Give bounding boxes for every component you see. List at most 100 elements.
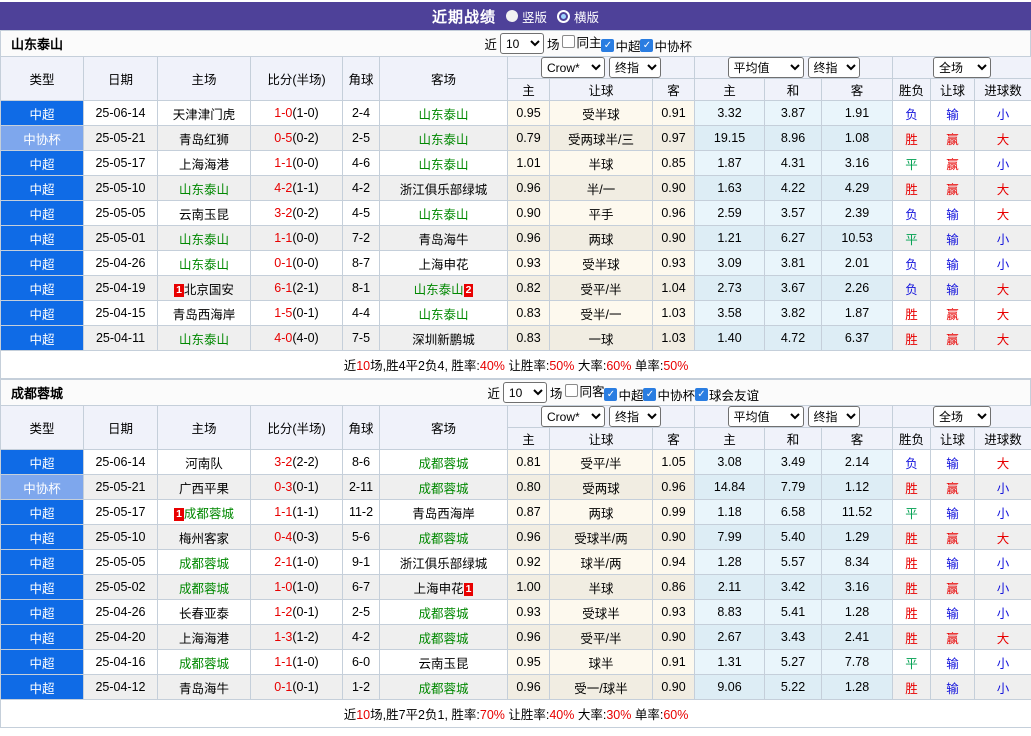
checkbox-icon[interactable]: ✓ [640,39,654,53]
away-team-cell: 青岛海牛 [379,225,508,251]
team-label: 成都蓉城 [418,456,469,471]
average-odds-group: 平均值 终指 [694,56,894,79]
col-away: 客场 [379,56,508,101]
home-odds-cell: 0.96 [507,175,550,201]
handicap-result-cell: 赢 [930,175,976,201]
avg-home-cell: 1.21 [694,225,766,251]
crow-odds-group: Crow* 终指 [506,56,696,79]
home-team-cell: 河南队 [157,449,251,475]
red-card-badge: 1 [463,582,474,596]
filter-checkbox[interactable]: ✓ 中超 [604,385,643,404]
radio-label: 竖版 [521,10,547,25]
match-row: 中超 25-05-02 成都蓉城 1-0(1-0) 6-7 上海申花 1 1.00 半球 0.86… [0,574,1031,600]
col-date: 日期 [83,405,158,450]
halftime-score: (2-1) [292,281,319,295]
layout-radio-vertical[interactable]: 竖版 [505,7,547,26]
result-cell: 负 [892,100,932,126]
average-source-select[interactable]: 平均值 [727,406,804,427]
avg-away-cell: 3.16 [821,150,894,176]
checkbox-icon[interactable]: ✓ [643,388,657,402]
team-label: 浙江俱乐部绿城 [399,182,488,197]
col-goals: 进球数 [974,78,1031,101]
date-cell: 25-05-05 [83,200,158,226]
corner-cell: 4-5 [342,200,380,226]
checkbox-icon[interactable]: ✓ [601,39,615,53]
team-label: 浙江俱乐部绿城 [399,556,488,571]
fulltime-score: 0-1 [274,680,293,694]
fulltime-select[interactable]: 全场 [933,406,992,427]
fulltime-group: 全场 [892,405,1031,428]
recent-count-select[interactable]: 10 [502,382,547,403]
col-avg-draw: 和 [764,427,823,450]
halftime-score: (1-0) [292,555,319,569]
avg-away-cell: 1.08 [821,125,894,151]
average-time-select[interactable]: 终指 [807,406,860,427]
handicap-cell: 受平/半 [549,275,653,301]
fulltime-score: 0-1 [274,256,293,270]
checkbox-icon[interactable] [565,383,579,397]
col-odds-home: 主 [507,427,550,450]
result-cell: 胜 [892,599,932,625]
avg-draw-cell: 4.22 [764,175,823,201]
home-team-cell: 1 成都蓉城 [157,499,251,525]
odds-time-select[interactable]: 终指 [609,57,661,78]
corner-cell: 7-2 [342,225,380,251]
checkbox-icon[interactable]: ✓ [604,388,618,402]
summary-text: 10 [356,359,371,373]
titlebar: 近期战绩 竖版 横版 [0,2,1031,30]
recent-label: 近 [487,387,500,401]
halftime-score: (0-1) [292,605,319,619]
fulltime-select[interactable]: 全场 [933,57,992,78]
league-type-cell: 中超 [0,599,84,625]
recent-count-select[interactable]: 10 [499,33,544,54]
avg-home-cell: 1.31 [694,649,766,675]
filter-checkbox[interactable]: ✓ 球会友谊 [694,385,759,404]
average-time-select[interactable]: 终指 [807,57,860,78]
date-cell: 25-05-02 [83,574,158,600]
filter-checkbox[interactable]: 同主 [562,32,601,51]
home-odds-cell: 0.87 [507,499,550,525]
radio-checked-icon[interactable] [557,9,570,23]
checkbox-icon[interactable]: ✓ [694,388,708,402]
away-team-cell: 成都蓉城 [379,624,508,650]
home-odds-cell: 0.80 [507,474,550,500]
checkbox-icon[interactable] [562,34,576,48]
league-type-cell: 中协杯 [0,474,84,500]
league-type-cell: 中超 [0,574,84,600]
avg-away-cell: 2.01 [821,250,894,276]
team-label: 成都蓉城 [178,581,229,596]
league-type-cell: 中超 [0,250,84,276]
col-avg-home: 主 [694,78,766,101]
avg-draw-cell: 6.27 [764,225,823,251]
average-source-select[interactable]: 平均值 [727,57,804,78]
filter-checkbox[interactable]: ✓ 中超 [601,36,640,55]
corner-cell: 2-4 [342,100,380,126]
home-team-cell: 1 北京国安 [157,275,251,301]
filter-checkbox[interactable]: 同客 [565,381,604,400]
filter-checkbox[interactable]: ✓ 中协杯 [640,36,692,55]
avg-away-cell: 1.29 [821,524,894,550]
match-row: 中超 25-05-10 山东泰山 4-2(1-1) 4-2 浙江俱乐部绿城 0.96 半/一 0… [0,175,1031,201]
date-cell: 25-04-26 [83,250,158,276]
away-team-cell: 山东泰山 2 [379,275,508,301]
layout-radio-horizontal[interactable]: 横版 [557,7,599,26]
handicap-result-cell: 赢 [930,325,976,351]
radio-unchecked-icon[interactable] [505,10,518,22]
fulltime-score: 1-0 [274,580,293,594]
goals-result-cell: 大 [974,275,1031,301]
odds-time-select[interactable]: 终指 [609,406,661,427]
handicap-result-cell: 赢 [930,125,976,151]
corner-cell: 5-6 [342,524,380,550]
team-label: 山东泰山 [178,232,229,247]
summary-text: 单率: [631,359,664,373]
goals-result-cell: 小 [974,574,1031,600]
odds-source-select[interactable]: Crow* [541,57,605,78]
handicap-cell: 两球 [549,225,653,251]
goals-result-cell: 大 [974,200,1031,226]
avg-draw-cell: 5.57 [764,549,823,575]
score-cell: 4-2(1-1) [250,175,343,201]
fulltime-score: 4-2 [274,181,293,195]
odds-source-select[interactable]: Crow* [541,406,605,427]
filter-checkbox[interactable]: ✓ 中协杯 [643,385,695,404]
handicap-result-cell: 输 [930,250,976,276]
